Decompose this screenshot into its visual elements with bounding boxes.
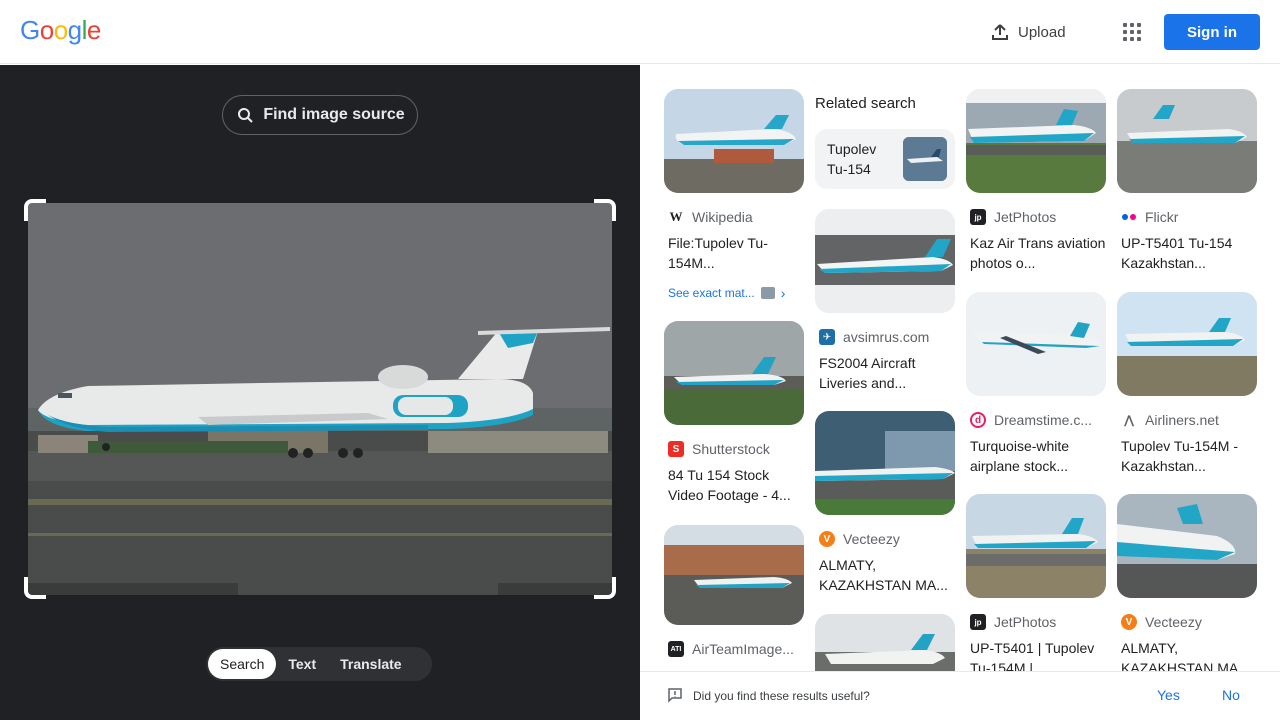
- feedback-question: Did you find these results useful?: [693, 689, 870, 703]
- logo-letter: g: [67, 15, 82, 45]
- selected-image-area[interactable]: [24, 199, 616, 599]
- sign-in-button[interactable]: Sign in: [1164, 14, 1260, 50]
- result-source: Flickr: [1145, 209, 1179, 225]
- result-thumbnail[interactable]: [664, 525, 804, 625]
- apps-grid-icon[interactable]: [1120, 20, 1144, 44]
- related-search-chip[interactable]: Tupolev Tu-154: [815, 129, 955, 189]
- airliners-icon: ⋀: [1123, 413, 1135, 427]
- chevron-right-icon: ›: [780, 285, 786, 301]
- result-thumbnail[interactable]: [966, 494, 1106, 598]
- result-card: ATI AirTeamImage...: [664, 525, 804, 657]
- lens-search-icon: [238, 108, 254, 123]
- result-card: V Vecteezy ALMATY, KAZAKHSTAN MA...: [1117, 494, 1257, 678]
- header: Google Upload Sign in: [0, 0, 1280, 64]
- result-source: avsimrus.com: [843, 329, 930, 345]
- result-title[interactable]: Kaz Air Trans aviation photos o...: [966, 233, 1106, 273]
- result-thumbnail[interactable]: [815, 411, 955, 515]
- result-card: S Shutterstock 84 Tu 154 Stock Video Foo…: [664, 321, 804, 505]
- crop-handle-top-left[interactable]: [24, 199, 46, 221]
- result-source: Shutterstock: [692, 441, 770, 457]
- result-card: Flickr UP-T5401 Tu-154 Kazakhstan...: [1117, 89, 1257, 273]
- logo-letter: o: [53, 15, 68, 45]
- result-card: d Dreamstime.c... Turquoise-white airpla…: [966, 292, 1106, 476]
- jetphotos-icon: jp: [970, 614, 986, 630]
- result-title[interactable]: File:Tupolev Tu-154M...: [664, 233, 804, 273]
- mode-search-tab[interactable]: Search: [208, 649, 277, 679]
- google-logo[interactable]: Google: [20, 15, 101, 46]
- result-thumbnail[interactable]: [966, 292, 1106, 396]
- find-image-source-button[interactable]: Find image source: [222, 95, 418, 135]
- logo-letter: o: [39, 15, 54, 45]
- result-card: V Vecteezy ALMATY, KAZAKHSTAN MA...: [815, 411, 955, 595]
- results-panel: W Wikipedia File:Tupolev Tu-154M... See …: [640, 65, 1280, 720]
- result-thumbnail[interactable]: [1117, 494, 1257, 598]
- avsimrus-icon: ✈: [819, 329, 835, 345]
- find-image-source-label: Find image source: [263, 106, 405, 123]
- upload-icon: [992, 24, 1008, 40]
- result-title[interactable]: UP-T5401 Tu-154 Kazakhstan...: [1117, 233, 1257, 273]
- result-title[interactable]: 84 Tu 154 Stock Video Footage - 4...: [664, 465, 804, 505]
- logo-letter: G: [20, 15, 40, 45]
- result-source: Airliners.net: [1145, 412, 1219, 428]
- related-search-heading: Related search: [815, 95, 916, 112]
- feedback-yes-button[interactable]: Yes: [1157, 687, 1180, 703]
- result-thumbnail[interactable]: [664, 321, 804, 425]
- result-card: ⋀ Airliners.net Tupolev Tu-154M - Kazakh…: [1117, 292, 1257, 476]
- result-source: JetPhotos: [994, 614, 1057, 630]
- result-title[interactable]: Turquoise-white airplane stock...: [966, 436, 1106, 476]
- airteam-icon: ATI: [668, 641, 684, 657]
- result-source: JetPhotos: [994, 209, 1057, 225]
- see-exact-label: See exact mat...: [668, 286, 755, 300]
- result-title[interactable]: Tupolev Tu-154M - Kazakhstan...: [1117, 436, 1257, 476]
- dreamstime-icon: d: [970, 412, 986, 428]
- logo-letter: e: [86, 15, 101, 45]
- result-title[interactable]: FS2004 Aircraft Liveries and...: [815, 353, 955, 393]
- result-source: Dreamstime.c...: [994, 412, 1093, 428]
- result-thumbnail[interactable]: [664, 89, 804, 193]
- result-card: W Wikipedia File:Tupolev Tu-154M... See …: [664, 89, 804, 301]
- flickr-icon: [1121, 209, 1137, 225]
- vecteezy-icon: V: [1121, 614, 1137, 630]
- feedback-icon: [667, 687, 683, 706]
- wikipedia-icon: W: [669, 209, 683, 224]
- related-search-thumbnail: [903, 137, 947, 181]
- result-card: jp JetPhotos Kaz Air Trans aviation phot…: [966, 89, 1106, 273]
- upload-label: Upload: [1018, 23, 1066, 41]
- image-viewer-panel: Find image source Search Text Translate: [0, 65, 640, 720]
- mode-translate-tab[interactable]: Translate: [328, 649, 413, 679]
- mode-switcher: Search Text Translate: [206, 647, 432, 681]
- exact-thumb-icon: [760, 287, 775, 299]
- related-search-label: Tupolev Tu-154: [827, 141, 877, 177]
- jetphotos-icon: jp: [970, 209, 986, 225]
- upload-button[interactable]: Upload: [990, 18, 1066, 46]
- result-title[interactable]: ALMATY, KAZAKHSTAN MA...: [815, 555, 955, 595]
- feedback-no-button[interactable]: No: [1222, 687, 1240, 703]
- feedback-bar: Did you find these results useful? Yes N…: [640, 671, 1280, 720]
- crop-handle-top-right[interactable]: [594, 199, 616, 221]
- crop-handle-bottom-left[interactable]: [24, 577, 46, 599]
- result-source: AirTeamImage...: [692, 641, 794, 657]
- vecteezy-icon: V: [819, 531, 835, 547]
- result-source: Vecteezy: [843, 531, 900, 547]
- result-thumbnail[interactable]: [1117, 292, 1257, 396]
- result-source: Vecteezy: [1145, 614, 1202, 630]
- shutterstock-icon: S: [668, 441, 684, 457]
- result-thumbnail[interactable]: [966, 89, 1106, 193]
- result-card: jp JetPhotos UP-T5401 | Tupolev Tu-154M …: [966, 494, 1106, 678]
- crop-handle-bottom-right[interactable]: [594, 577, 616, 599]
- result-source: Wikipedia: [692, 209, 753, 225]
- query-photo-airplane: [28, 203, 612, 595]
- mode-text-tab[interactable]: Text: [276, 649, 328, 679]
- result-card: ✈ avsimrus.com FS2004 Aircraft Liveries …: [815, 209, 955, 393]
- see-exact-matches-link[interactable]: See exact mat... ›: [664, 285, 804, 301]
- result-thumbnail[interactable]: [815, 209, 955, 313]
- result-thumbnail[interactable]: [1117, 89, 1257, 193]
